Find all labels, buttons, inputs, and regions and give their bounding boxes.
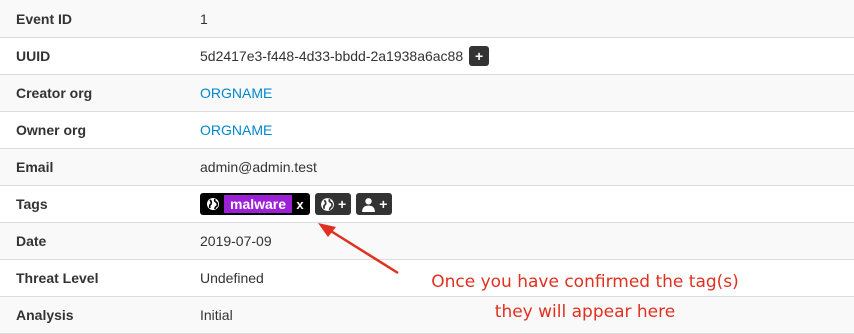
annotation-text: Once you have confirmed the tag(s) they … <box>390 267 780 327</box>
annotation-line-1: Once you have confirmed the tag(s) <box>431 272 739 292</box>
annotation-line-2: they will appear here <box>494 302 676 322</box>
